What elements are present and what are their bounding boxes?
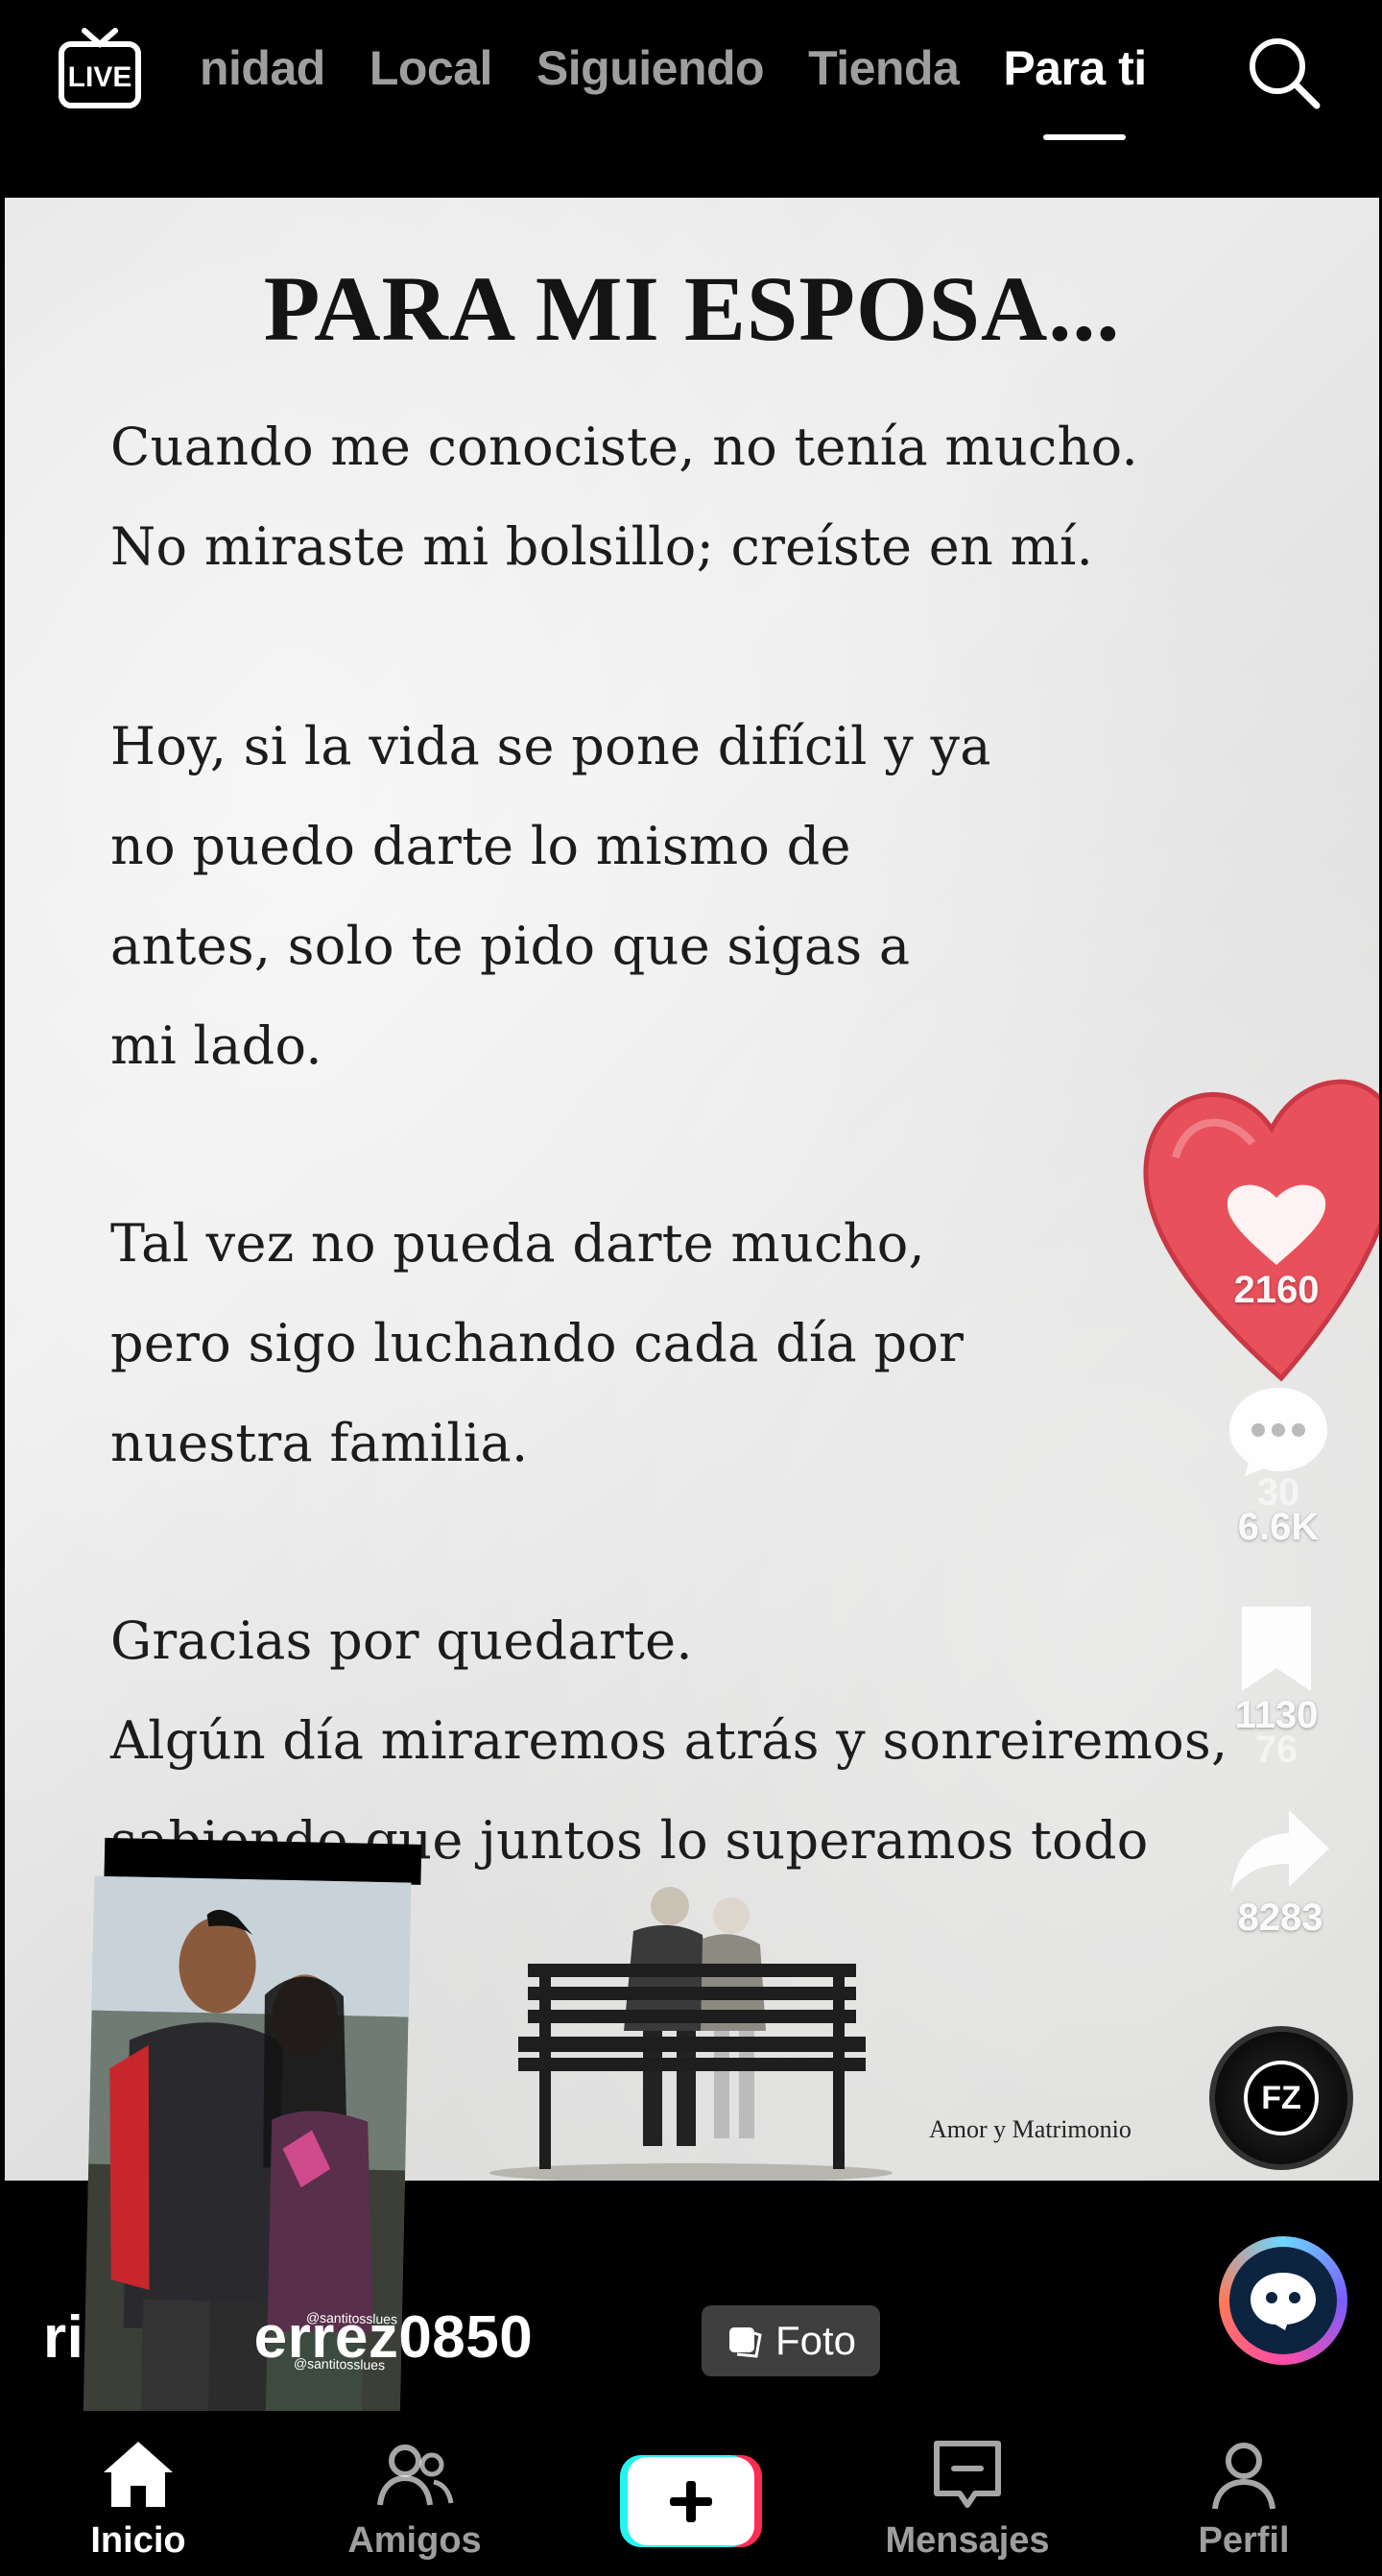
tab-siguiendo[interactable]: Siguiendo xyxy=(536,40,765,96)
like-action[interactable]: 2160 xyxy=(1219,1177,1334,1312)
music-disc-label: FZ xyxy=(1244,2061,1319,2135)
post-text-line: Algún día miraremos atrás y sonreiremos, xyxy=(110,1710,1228,1771)
ai-face-icon xyxy=(1251,2273,1316,2330)
foto-chip[interactable]: Foto xyxy=(702,2305,880,2376)
music-disc[interactable]: FZ xyxy=(1209,2026,1353,2170)
tab-local[interactable]: Local xyxy=(369,40,493,96)
post-text-line: no puedo darte lo mismo de xyxy=(110,816,851,876)
inbox-icon xyxy=(934,2441,1001,2508)
nav-perfil[interactable]: Perfil xyxy=(1106,2411,1382,2576)
live-label: LIVE xyxy=(68,61,132,93)
post-text-line: Cuando me conociste, no tenía mucho. xyxy=(110,417,1138,477)
bookmark-icon xyxy=(1242,1607,1311,1691)
post-text-line: Tal vez no pueda darte mucho, xyxy=(110,1213,925,1274)
share-arrow-icon xyxy=(1231,1810,1329,1891)
nav-amigos[interactable]: Amigos xyxy=(276,2411,553,2576)
post-username[interactable]: ri errez0850 xyxy=(43,2303,533,2372)
home-icon xyxy=(104,2442,173,2507)
nav-inicio[interactable]: Inicio xyxy=(0,2411,276,2576)
tab-tienda[interactable]: Tienda xyxy=(808,40,960,96)
comment-action[interactable]: 30 6.6K xyxy=(1221,1382,1336,1548)
tab-para-ti[interactable]: Para ti xyxy=(1003,40,1147,96)
comment-icon xyxy=(1229,1388,1327,1476)
foto-chip-label: Foto xyxy=(774,2318,857,2363)
nav-label: Inicio xyxy=(90,2520,186,2561)
share-action[interactable]: 8283 xyxy=(1223,1804,1338,1940)
profile-icon xyxy=(1212,2443,1275,2510)
tab-comunidad[interactable]: nidad xyxy=(200,40,325,96)
heart-icon xyxy=(1227,1184,1326,1265)
post-text-line: pero sigo luchando cada día por xyxy=(110,1313,965,1373)
watermark: Amor y Matrimonio xyxy=(929,2115,1132,2143)
ai-assistant-button[interactable] xyxy=(1219,2236,1347,2365)
couple-on-bench-image xyxy=(489,1887,893,2181)
nav-label: Amigos xyxy=(347,2520,482,2561)
nav-mensajes[interactable]: Mensajes xyxy=(829,2411,1106,2576)
post-text-line: mi lado. xyxy=(110,1015,322,1076)
post-text-line: Hoy, si la vida se pone difícil y ya xyxy=(110,716,991,776)
create-plus-button[interactable] xyxy=(618,2453,764,2549)
top-bar: LIVE nidad Local Siguiendo Tienda Para t… xyxy=(0,0,1382,192)
photo-mode-icon xyxy=(728,2327,762,2358)
feed-tabs: nidad Local Siguiendo Tienda Para ti xyxy=(200,35,1191,102)
post-text-line: No miraste mi bolsillo; creíste en mí. xyxy=(110,516,1094,577)
post-title: PARA MI ESPOSA... xyxy=(263,257,1121,360)
save-action[interactable]: 1130 76 xyxy=(1228,1601,1324,1771)
save-ghost-count: 76 xyxy=(1254,1729,1299,1771)
live-icon[interactable]: LIVE xyxy=(56,27,144,113)
friends-icon xyxy=(377,2445,454,2506)
comment-count: 6.6K xyxy=(1237,1506,1320,1548)
like-count: 2160 xyxy=(1233,1269,1320,1311)
share-count: 8283 xyxy=(1237,1896,1323,1939)
active-tab-indicator xyxy=(1043,134,1126,140)
nav-label: Mensajes xyxy=(885,2520,1050,2561)
search-icon[interactable] xyxy=(1244,33,1322,111)
post-text-line: nuestra familia. xyxy=(110,1413,529,1473)
post-text-line: antes, solo te pido que sigas a xyxy=(110,916,911,976)
post-text-line: Gracias por quedarte. xyxy=(110,1610,693,1671)
comment-ghost-count: 30 xyxy=(1256,1471,1300,1514)
nav-label: Perfil xyxy=(1198,2520,1290,2561)
